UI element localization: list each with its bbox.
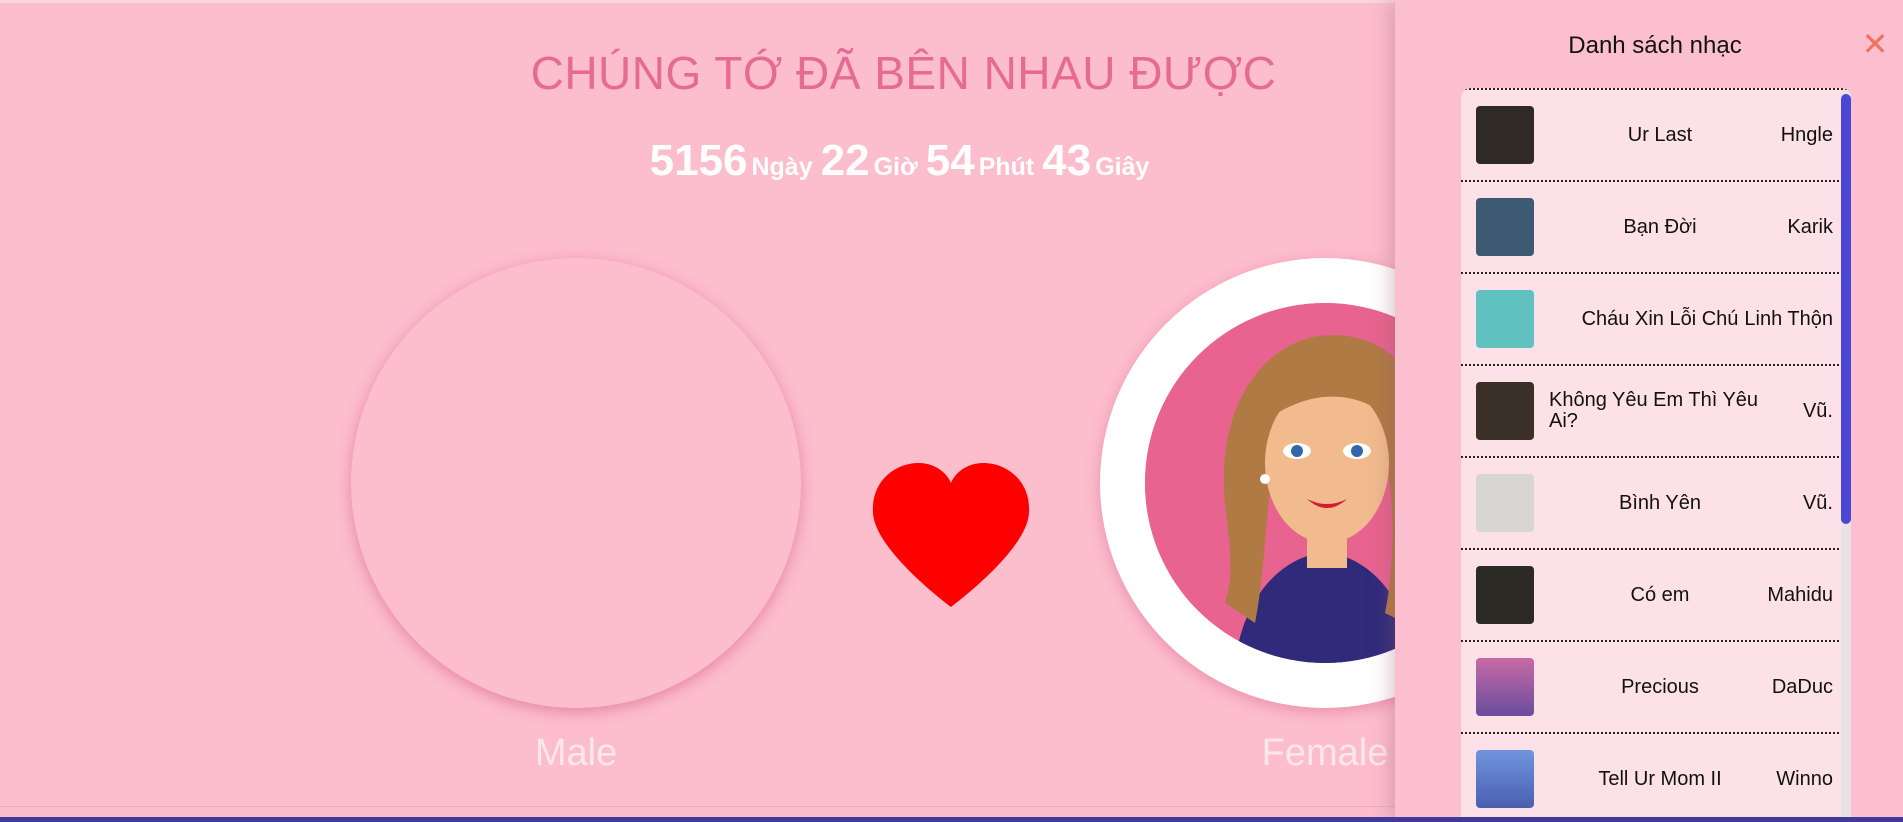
song-title: Tell Ur Mom II [1598,767,1722,790]
bottom-bar [0,817,1903,822]
song-artist: Mahidu [1767,583,1833,606]
album-thumbnail [1476,474,1534,532]
song-item[interactable]: Precious DaDuc [1461,642,1851,734]
song-title: Cháu Xin Lỗi Chú [1581,307,1739,330]
album-thumbnail [1476,382,1534,440]
song-title: Bình Yên [1619,491,1701,514]
album-thumbnail [1476,198,1534,256]
song-title: Có em [1630,583,1690,606]
hours-value: 22 [820,136,870,185]
song-item[interactable]: Bình Yên Vũ. [1461,458,1851,550]
song-title: Ur Last [1627,123,1693,146]
minutes-value: 54 [925,136,975,185]
male-avatar[interactable] [351,258,801,708]
album-thumbnail [1476,658,1534,716]
song-item[interactable]: Cháu Xin Lỗi Chú Linh Thộn [1461,274,1851,366]
song-artist: Winno [1776,767,1833,790]
song-artist: Hngle [1780,123,1833,146]
album-thumbnail [1476,290,1534,348]
song-item[interactable]: Không Yêu Em Thì Yêu Ai? Vũ. [1461,366,1851,458]
scrollbar-thumb[interactable] [1841,94,1851,524]
playlist-panel: Danh sách nhạc ✕ Ur Last Hngle Bạn Đời K… [1395,0,1903,822]
song-item[interactable]: Có em Mahidu [1461,550,1851,642]
song-title: Không Yêu Em Thì Yêu Ai? [1549,389,1759,432]
hours-unit: Giờ [873,153,918,181]
song-item[interactable]: Bạn Đời Karik [1461,182,1851,274]
song-artist: Vũ. [1802,399,1833,422]
song-item[interactable]: Tell Ur Mom II Winno [1461,734,1851,822]
album-thumbnail [1476,106,1534,164]
close-icon[interactable]: ✕ [1861,28,1889,60]
song-title: Precious [1621,675,1699,698]
days-value: 5156 [649,136,748,185]
days-unit: Ngày [751,153,813,181]
album-thumbnail [1476,750,1534,808]
song-artist: DaDuc [1771,675,1833,698]
song-artist: Vũ. [1802,491,1833,514]
seconds-value: 43 [1042,136,1092,185]
song-item[interactable]: Ur Last Hngle [1461,88,1851,182]
divider [0,806,1395,807]
album-thumbnail [1476,566,1534,624]
song-list: Ur Last Hngle Bạn Đời Karik Cháu Xin Lỗi… [1461,88,1851,822]
song-artist: Linh Thộn [1744,307,1833,330]
song-title: Bạn Đời [1623,215,1697,238]
seconds-unit: Giây [1095,153,1150,181]
minutes-unit: Phút [978,153,1035,181]
playlist-title: Danh sách nhạc [1568,32,1742,59]
song-artist: Karik [1787,215,1833,238]
heart-icon [872,463,1030,607]
male-label: Male [534,732,618,774]
playlist-scrollbar[interactable] [1841,90,1851,822]
